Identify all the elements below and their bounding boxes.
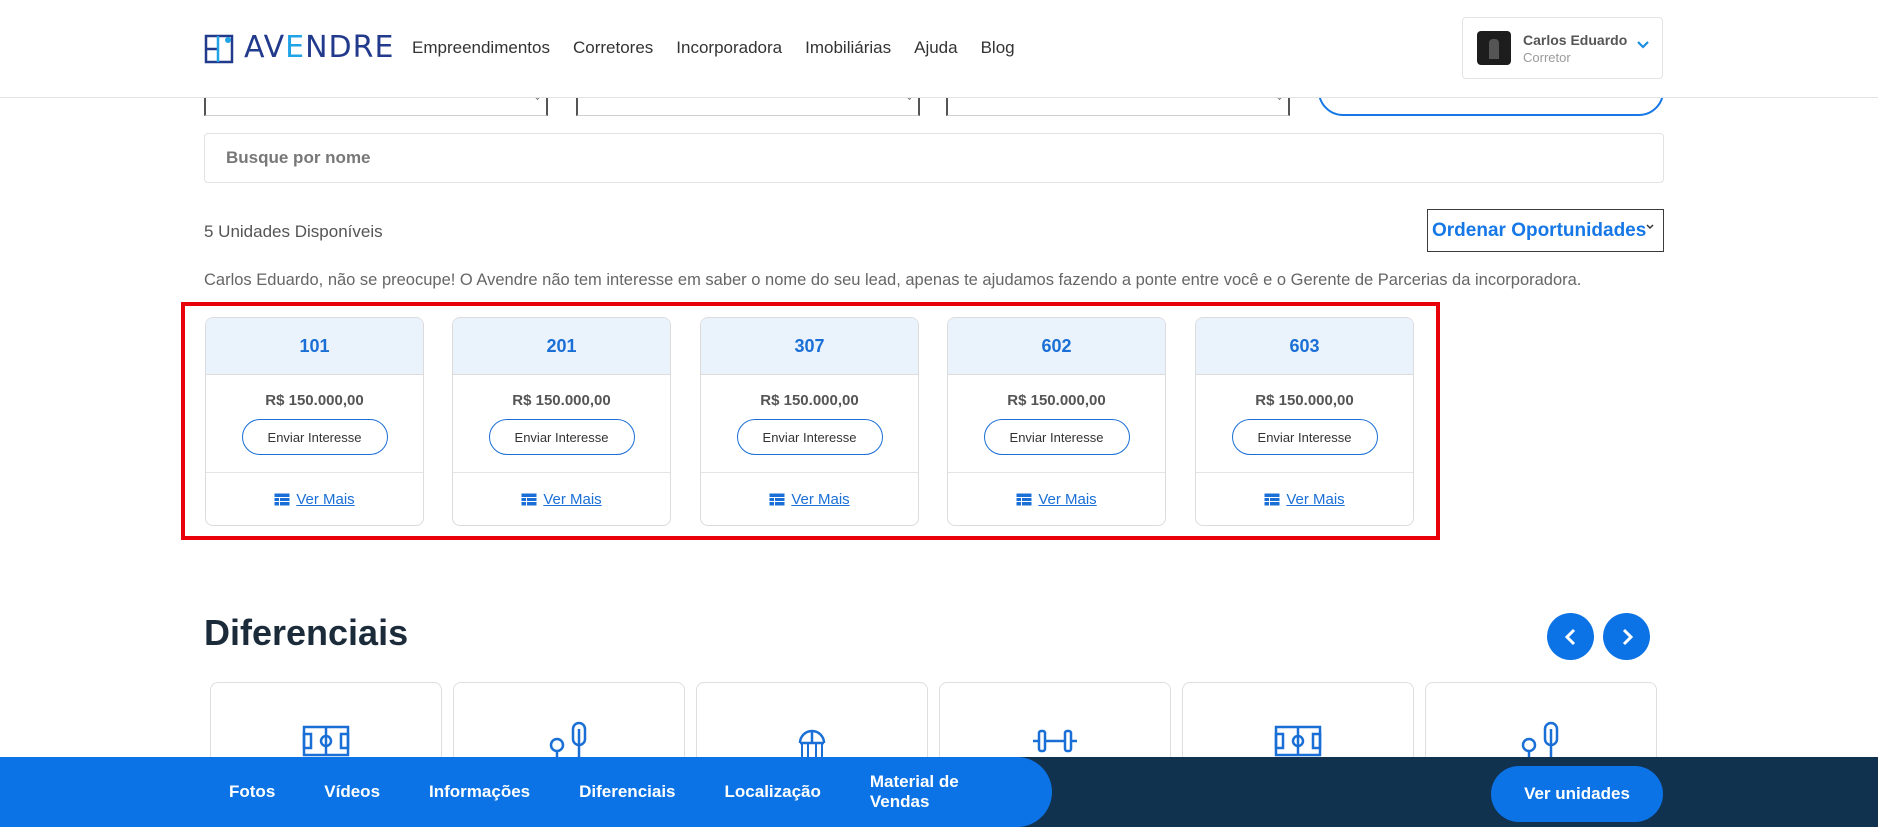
- tab-fotos[interactable]: Fotos: [229, 782, 275, 802]
- gazebo-icon: [798, 729, 826, 761]
- see-more-link[interactable]: Ver Mais: [1286, 491, 1344, 508]
- unit-price: R$ 150.000,00: [760, 392, 859, 409]
- bottom-nav-bar: Fotos Vídeos Informações Diferenciais Lo…: [0, 757, 1878, 827]
- nav-corretores[interactable]: Corretores: [573, 38, 653, 58]
- avatar: [1477, 31, 1511, 65]
- tab-videos[interactable]: Vídeos: [324, 782, 380, 802]
- carousel-prev-button[interactable]: [1547, 613, 1594, 660]
- unit-number: 602: [948, 318, 1165, 375]
- see-units-button[interactable]: Ver unidades: [1491, 766, 1663, 822]
- user-menu[interactable]: Carlos Eduardo Corretor: [1462, 17, 1663, 79]
- unit-card: 603 R$ 150.000,00 Enviar Interesse Ver M…: [1195, 317, 1414, 526]
- send-interest-button[interactable]: Enviar Interesse: [736, 419, 883, 455]
- send-interest-button[interactable]: Enviar Interesse: [983, 419, 1130, 455]
- top-header: AVENDRE Empreendimentos Corretores Incor…: [0, 0, 1878, 98]
- unit-number: 201: [453, 318, 670, 375]
- see-more-row[interactable]: Ver Mais: [701, 473, 918, 525]
- chevron-right-icon: [1622, 628, 1633, 645]
- logo-text: AVENDRE: [244, 30, 395, 65]
- table-icon: [1264, 493, 1281, 506]
- nav-ajuda[interactable]: Ajuda: [914, 38, 957, 58]
- playground-icon: [1519, 721, 1563, 761]
- unit-price: R$ 150.000,00: [512, 392, 611, 409]
- unit-price: R$ 150.000,00: [265, 392, 364, 409]
- tab-material-de-vendas[interactable]: Material de Vendas: [870, 772, 1003, 812]
- privacy-notice: Carlos Eduardo, não se preocupe! O Avend…: [204, 271, 1582, 289]
- gym-icon: [1033, 729, 1077, 753]
- logo-mark-icon: [204, 34, 234, 63]
- units-count: 5 Unidades Disponíveis: [204, 222, 383, 241]
- main-nav: Empreendimentos Corretores Incorporadora…: [412, 38, 1015, 58]
- user-role: Corretor: [1523, 49, 1571, 65]
- user-info: Carlos Eduardo Corretor: [1523, 32, 1627, 65]
- tab-localizacao[interactable]: Localização: [725, 782, 821, 802]
- unit-card: 602 R$ 150.000,00 Enviar Interesse Ver M…: [947, 317, 1166, 526]
- send-interest-button[interactable]: Enviar Interesse: [488, 419, 635, 455]
- search-input[interactable]: [204, 133, 1664, 183]
- see-more-link[interactable]: Ver Mais: [543, 491, 601, 508]
- tab-diferenciais[interactable]: Diferenciais: [579, 782, 675, 802]
- user-name: Carlos Eduardo: [1523, 31, 1628, 48]
- see-more-link[interactable]: Ver Mais: [1038, 491, 1096, 508]
- nav-blog[interactable]: Blog: [981, 38, 1015, 58]
- chevron-down-icon: [1637, 41, 1649, 49]
- see-more-row[interactable]: Ver Mais: [1196, 473, 1413, 525]
- sports-court-icon: [302, 725, 350, 757]
- sort-label: Ordenar Oportunidades: [1432, 219, 1647, 241]
- send-interest-button[interactable]: Enviar Interesse: [241, 419, 388, 455]
- see-more-row[interactable]: Ver Mais: [453, 473, 670, 525]
- nav-incorporadora[interactable]: Incorporadora: [676, 38, 782, 58]
- sports-court-icon: [1274, 725, 1322, 757]
- sort-select[interactable]: Ordenar Oportunidades: [1427, 209, 1664, 252]
- unit-card: 201 R$ 150.000,00 Enviar Interesse Ver M…: [452, 317, 671, 526]
- avendre-logo[interactable]: AVENDRE: [204, 30, 394, 65]
- chevron-down-icon: [1646, 224, 1654, 230]
- table-icon: [1016, 493, 1033, 506]
- see-more-link[interactable]: Ver Mais: [791, 491, 849, 508]
- unit-number: 603: [1196, 318, 1413, 375]
- playground-icon: [547, 721, 591, 761]
- unit-number: 101: [206, 318, 423, 375]
- chevron-left-icon: [1564, 628, 1575, 645]
- see-more-row[interactable]: Ver Mais: [206, 473, 423, 525]
- nav-empreendimentos[interactable]: Empreendimentos: [412, 38, 550, 58]
- table-icon: [769, 493, 786, 506]
- unit-price: R$ 150.000,00: [1255, 392, 1354, 409]
- table-icon: [274, 493, 291, 506]
- tab-informacoes[interactable]: Informações: [429, 782, 530, 802]
- unit-card: 307 R$ 150.000,00 Enviar Interesse Ver M…: [700, 317, 919, 526]
- section-title: Diferenciais: [204, 612, 409, 653]
- send-interest-button[interactable]: Enviar Interesse: [1231, 419, 1378, 455]
- nav-imobiliarias[interactable]: Imobiliárias: [805, 38, 891, 58]
- carousel-next-button[interactable]: [1603, 613, 1650, 660]
- section-tabs: Fotos Vídeos Informações Diferenciais Lo…: [0, 757, 1052, 827]
- unit-price: R$ 150.000,00: [1007, 392, 1106, 409]
- unit-card: 101 R$ 150.000,00 Enviar Interesse Ver M…: [205, 317, 424, 526]
- table-icon: [521, 493, 538, 506]
- see-more-link[interactable]: Ver Mais: [296, 491, 354, 508]
- unit-number: 307: [701, 318, 918, 375]
- see-more-row[interactable]: Ver Mais: [948, 473, 1165, 525]
